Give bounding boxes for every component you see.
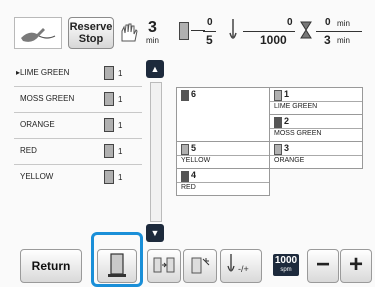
needle-number: 2 [284,116,290,126]
time-progress-total: 3 [324,33,331,47]
speed-display: 1000 spm [273,254,299,276]
time-progress-unit-bottom: min [337,36,350,45]
hourglass-icon [300,21,312,39]
reserve-stop-button[interactable]: Reserve Stop [68,17,114,49]
speed-unit: spm [280,267,292,273]
needle-adjust-button[interactable]: -/+ [220,249,262,283]
spool-icon [181,90,189,101]
thread-list-scrollbar[interactable]: ▲ ▼ [146,60,164,246]
thread-sort-button[interactable] [147,249,181,283]
needle-thread-name: MOSS GREEN [274,130,322,137]
needle-thread-name: RED [181,184,196,191]
thread-count: 1 [118,95,123,104]
cell-divider [177,155,269,156]
thread-count: 1 [118,121,123,130]
needle-thread-name: LIME GREEN [274,103,318,110]
needle-thread-icon[interactable] [14,17,62,49]
cell-divider [270,128,362,129]
needle-cell-5[interactable]: 5 YELLOW [176,141,270,169]
embroidery-panel: Reserve Stop 3 min 0 5 0 1000 0 min 3 mi… [0,0,375,287]
needle-cell-3[interactable]: 3 ORANGE [269,141,363,169]
needle-thread-name: YELLOW [181,157,211,164]
scroll-down-button[interactable]: ▼ [146,224,164,242]
needle-thread-name: ORANGE [274,157,305,164]
stitch-progress-divider [279,31,295,32]
thread-count: 1 [118,147,123,156]
thread-name: RED [20,146,37,155]
needle-number: 1 [284,89,290,99]
speed-minus-button[interactable]: − [307,249,339,283]
needle-adjust-icon: -/+ [227,254,249,274]
spool-icon [274,117,282,128]
spool-icon [104,170,114,184]
thread-name: ORANGE [20,120,55,129]
thread-count: 1 [118,173,123,182]
thread-row[interactable]: ORANGE 1 [14,112,142,139]
reserve-stop-label-2: Stop [78,33,104,45]
time-progress-line [316,31,362,32]
thread-row[interactable]: RED 1 [14,138,142,165]
needle-number: 3 [284,143,290,153]
thread-row[interactable]: MOSS GREEN 1 [14,86,142,113]
stop-time-unit: min [146,36,159,45]
cell-divider [270,101,362,102]
spool-icon [104,144,114,158]
speed-plus-button[interactable]: + [340,249,372,283]
thread-name: MOSS GREEN [20,94,75,103]
cell-divider [177,182,269,183]
needle-bar-grid: 6 1 LIME GREEN 5 YELLOW 2 MOSS GREEN 4 R… [176,87,363,196]
needle-number: 4 [191,170,197,180]
spool-icon [181,171,189,182]
spool-icon [104,66,114,80]
speed-value: 1000 [274,255,298,266]
hand-icon [118,21,140,43]
spool-magic-icon [191,257,210,274]
thread-sort-icon [153,257,175,273]
scroll-track[interactable] [150,82,162,222]
needle-cell-1[interactable]: 1 LIME GREEN [269,87,363,115]
stitch-progress-current: 0 [287,17,293,28]
thread-row[interactable]: ▸LIME GREEN 1 [14,60,142,87]
needle-cell-6[interactable]: 6 [176,87,270,142]
thread-progress-divider [203,31,216,32]
time-progress-current: 0 [325,17,331,28]
reserve-stop-label-1: Reserve [69,21,113,33]
toolbar: Reserve Stop 3 min 0 5 0 1000 0 min 3 mi… [0,0,375,55]
thread-change-button[interactable] [97,249,137,283]
return-button[interactable]: Return [20,249,82,283]
thread-count: 1 [118,69,123,78]
scroll-up-button[interactable]: ▲ [146,60,164,78]
svg-text:-/+: -/+ [238,264,249,274]
spool-icon [104,118,114,132]
bottom-toolbar: Return -/+ 1000 spm − + [0,248,375,287]
thread-name: ▸LIME GREEN [16,68,70,77]
needle-icon [228,19,238,43]
spool-icon [181,144,189,155]
thread-row[interactable]: YELLOW 1 [14,164,142,190]
thread-progress-total: 5 [206,33,213,47]
spool-icon [108,253,126,277]
spool-icon [274,90,282,101]
spool-icon [274,144,282,155]
auto-thread-button[interactable] [183,249,217,283]
needle-number: 6 [191,89,197,99]
stitch-progress-total: 1000 [260,33,287,47]
stop-time-value: 3 [148,19,157,36]
cell-divider [270,155,362,156]
spool-icon [104,92,114,106]
spool-icon [179,22,189,40]
time-progress-unit-top: min [337,19,350,28]
needle-cell-2[interactable]: 2 MOSS GREEN [269,114,363,142]
thread-name: YELLOW [20,172,54,181]
needle-cell-4[interactable]: 4 RED [176,168,270,196]
needle-number: 5 [191,143,197,153]
thread-progress-current: 0 [207,17,213,28]
